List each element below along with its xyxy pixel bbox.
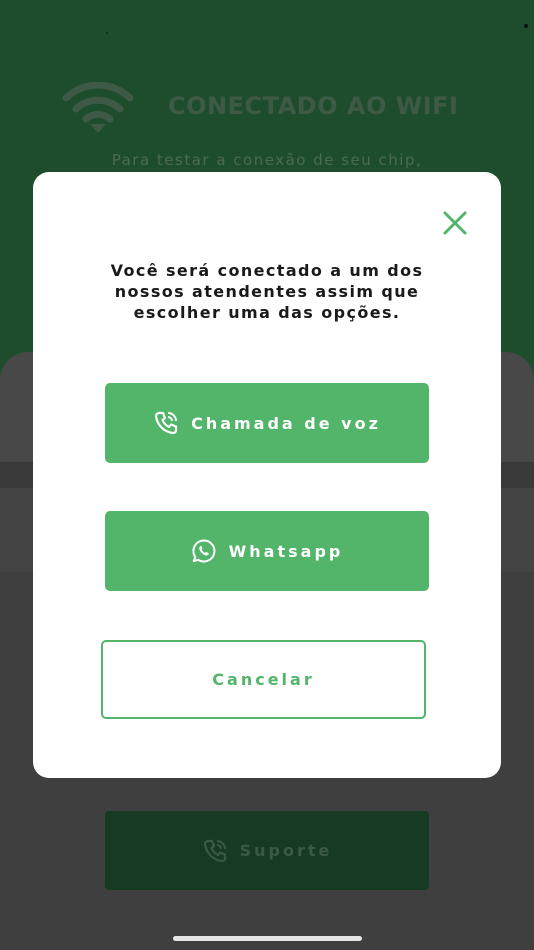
voice-call-button[interactable]: Chamada de voz — [105, 383, 429, 463]
status-indicator — [524, 24, 528, 28]
wifi-status-title: CONECTADO AO WIFI — [168, 92, 459, 120]
contact-options-modal: Você será conectado a um dos nossos aten… — [33, 172, 501, 778]
phone-call-icon — [203, 839, 226, 862]
whatsapp-icon — [192, 539, 216, 563]
whatsapp-label: Whatsapp — [228, 541, 344, 561]
voice-call-label: Chamada de voz — [191, 413, 381, 433]
whatsapp-button[interactable]: Whatsapp — [105, 511, 429, 591]
cancel-label: Cancelar — [212, 670, 315, 689]
cancel-button[interactable]: Cancelar — [101, 640, 426, 719]
modal-message: Você será conectado a um dos nossos aten… — [110, 261, 424, 322]
home-indicator[interactable] — [173, 936, 362, 941]
wifi-icon — [62, 82, 134, 133]
phone-call-icon — [154, 411, 178, 435]
support-button: Suporte — [105, 811, 429, 890]
wifi-status-subtitle: Para testar a conexão de seu chip, — [111, 151, 423, 169]
status-indicator-small — [106, 32, 108, 34]
close-icon[interactable] — [441, 209, 469, 237]
support-label: Suporte — [239, 841, 333, 860]
